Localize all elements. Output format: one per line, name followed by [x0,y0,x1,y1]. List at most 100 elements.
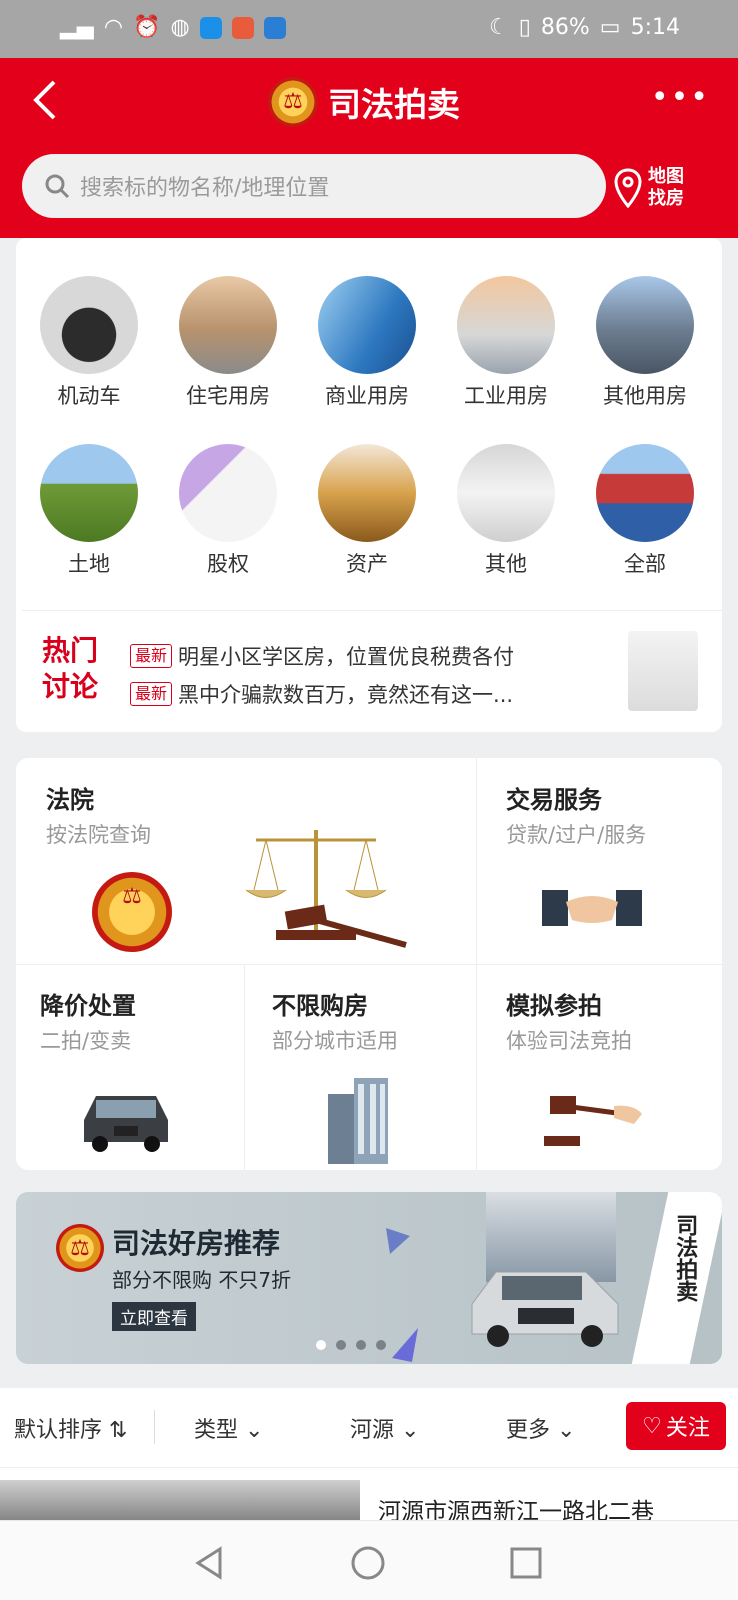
news-app-icon [231,16,254,39]
hot-item-text: 黑中介骗款数百万，竟然还有这一... [178,683,514,707]
globe-icon: ◍ [170,15,190,40]
unlimited-purchase-service[interactable]: 不限购房 部分城市适用 [272,986,472,1166]
category-label: 住宅用房 [186,384,270,408]
discount-sub: 二拍/变卖 [40,1029,132,1053]
map-label-1: 地图 [648,166,684,187]
category-label: 土地 [68,552,110,576]
triangle-decoration-icon [392,1328,418,1362]
back-button[interactable] [30,78,70,122]
category-land[interactable]: 土地 [30,444,148,578]
house-icon [179,276,277,374]
status-bar: ▂▄ ◠ ⏰ ◍ ☾ ▯ 86% ▭ 5:14 [0,0,738,58]
wifi-icon: ◠ [103,15,124,40]
category-all[interactable]: 全部 [586,444,704,578]
carousel-dot[interactable] [316,1340,326,1350]
trade-title: 交易服务 [506,786,602,814]
vibrate-icon: ▯ [518,15,531,40]
unlimited-sub: 部分城市适用 [272,1029,398,1053]
gold-bar-icon [318,444,416,542]
trade-service[interactable]: 交易服务 贷款/过户/服务 [506,780,706,960]
nav-back-icon[interactable] [190,1543,230,1583]
header: 司法拍卖 ••• 搜索标的物名称/地理位置 地图找房 [0,58,738,238]
category-label: 其他 [485,552,527,576]
court-service[interactable]: 法院 按法院查询 [46,780,466,960]
discount-service[interactable]: 降价处置 二拍/变卖 [40,986,240,1166]
discount-title: 降价处置 [40,992,136,1020]
ribbon-text: 司法拍卖 [672,1214,698,1302]
category-label: 其他用房 [603,384,687,408]
hot-item[interactable]: 最新 黑中介骗款数百万，竟然还有这一... [130,679,513,709]
type-dropdown[interactable]: 类型 ⌄ [194,1412,263,1444]
battery-icon: ▭ [599,15,621,40]
city-dropdown[interactable]: 河源 ⌄ [350,1412,419,1444]
browser-app-icon [263,16,286,39]
category-label: 资产 [346,552,388,576]
view-now-button[interactable]: 立即查看 [112,1302,196,1331]
land-icon [40,444,138,542]
category-assets[interactable]: 资产 [308,444,426,578]
hot-item-text: 明星小区学区房，位置优良税费各付 [178,645,515,669]
mock-title: 模拟参拍 [506,992,602,1020]
alipay-app-icon [199,16,222,39]
category-other-property[interactable]: 其他用房 [586,276,704,410]
follow-button[interactable]: ♡ 关注 [626,1402,726,1450]
sort-dropdown[interactable]: 默认排序 ⇅ [14,1412,127,1444]
category-commercial[interactable]: 商业用房 [308,276,426,410]
follow-label: 关注 [665,1416,710,1441]
court-emblem-icon [92,872,172,952]
car-icon [40,276,138,374]
services-grid: 法院 按法院查询 交易服务 贷款/过户/服务 降价处置 二拍/变卖 [16,758,722,1170]
mock-auction-service[interactable]: 模拟参拍 体验司法竞拍 [506,986,706,1166]
carousel-dot[interactable] [356,1340,366,1350]
search-input[interactable]: 搜索标的物名称/地理位置 [22,154,606,218]
apartment-tower-icon [328,1078,388,1164]
unlimited-title: 不限购房 [272,992,368,1020]
hot-tag: 热门 讨论 [42,634,99,703]
back-icon [33,80,56,120]
map-search-button[interactable]: 地图 找房 [614,160,710,216]
category-label: 商业用房 [325,384,409,408]
listing-item[interactable]: 河源市源西新江一路北二巷 [0,1468,738,1528]
sedan-car-icon [471,1271,619,1347]
gavel-icon [544,1096,642,1146]
category-label: 机动车 [57,384,121,408]
moon-icon: ☾ [489,15,509,40]
category-residential[interactable]: 住宅用房 [169,276,287,410]
location-pin-icon [614,168,642,208]
hot-item[interactable]: 最新 明星小区学区房，位置优良税费各付 [130,641,514,671]
banner-title: 司法好房推荐 [112,1227,281,1260]
mock-sub: 体验司法竞拍 [506,1029,632,1053]
triangle-decoration-icon [386,1228,410,1254]
category-other[interactable]: 其他 [447,444,565,578]
category-equity[interactable]: 股权 [169,444,287,578]
heart-icon: ♡ [642,1413,662,1439]
building-icon [596,276,694,374]
suv-car-icon [84,1096,168,1152]
trade-sub: 贷款/过户/服务 [506,823,647,847]
category-industrial[interactable]: 工业用房 [447,276,565,410]
system-nav-bar [0,1520,738,1600]
appliance-icon [457,444,555,542]
new-badge: 最新 [130,682,173,706]
carousel-dots[interactable] [316,1340,386,1350]
signal-icon: ▂▄ [60,15,94,40]
court-emblem-icon [268,77,318,127]
promo-banner[interactable]: 司法好房推荐 部分不限购 不只7折 立即查看 司法拍卖 [16,1192,722,1364]
factory-icon [457,276,555,374]
category-label: 全部 [624,552,666,576]
carousel-dot[interactable] [336,1340,346,1350]
hot-discussion[interactable]: 热门 讨论 最新 明星小区学区房，位置优良税费各付 最新 黑中介骗款数百万，竟然还有这… [22,610,722,730]
carousel-dot[interactable] [376,1340,386,1350]
page-title: 司法拍卖 [328,85,460,124]
new-badge: 最新 [130,644,173,668]
more-filters-dropdown[interactable]: 更多 ⌄ [506,1412,575,1444]
clock: 5:14 [630,15,680,40]
alarm-icon: ⏰ [133,15,161,40]
nav-recents-icon[interactable] [506,1543,546,1583]
more-menu-button[interactable]: ••• [651,80,710,115]
court-emblem-icon [56,1224,104,1272]
nav-home-icon[interactable] [348,1543,388,1583]
search-icon [45,174,70,199]
category-vehicle[interactable]: 机动车 [30,276,148,410]
category-label: 工业用房 [464,384,548,408]
